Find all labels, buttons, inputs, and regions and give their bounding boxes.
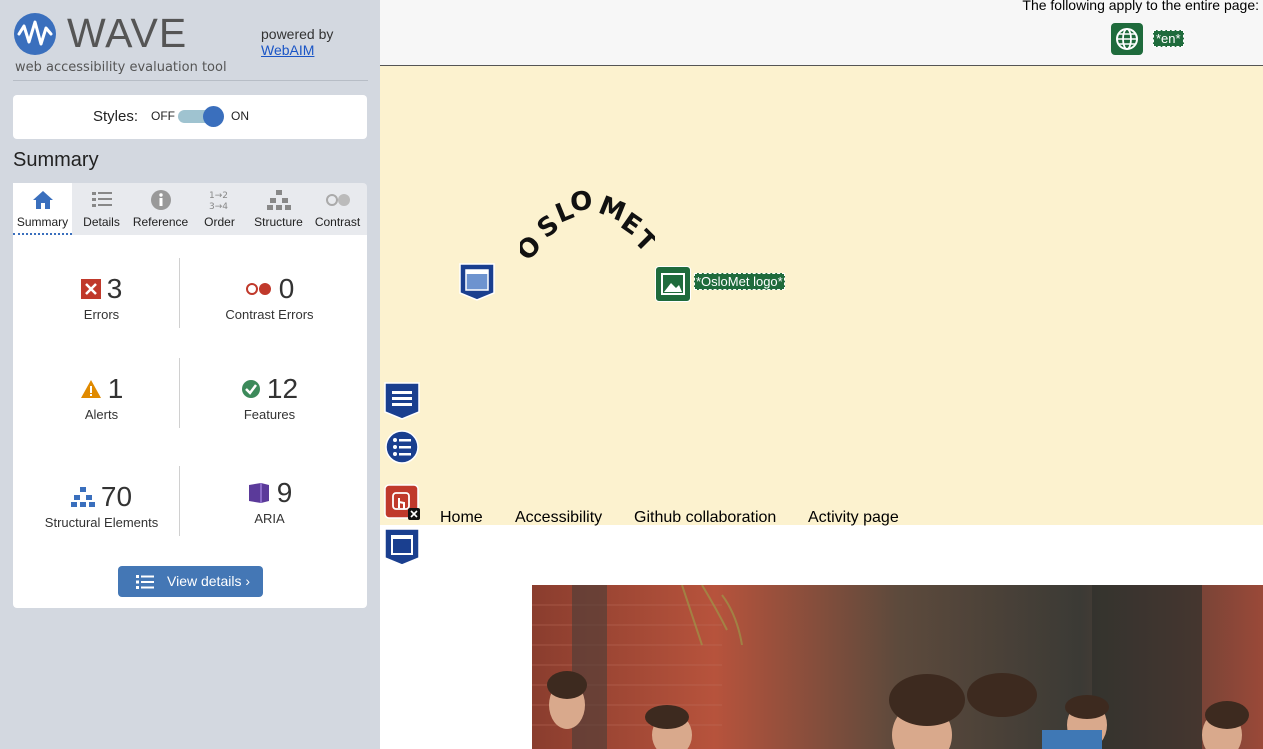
- aria-label: ARIA: [254, 511, 285, 526]
- lang-tag: *en*: [1153, 30, 1184, 47]
- alert-icon: [80, 380, 101, 398]
- wave-title: WAVE: [67, 10, 188, 56]
- alerts-count: 1: [107, 373, 124, 404]
- svg-text:3→4: 3→4: [209, 202, 228, 211]
- powered-by: powered by WebAIM: [261, 26, 333, 58]
- summary-panel: 3 Errors 0 Contrast Errors 1 Alerts 12 F…: [13, 235, 367, 608]
- contrast-error-icon: [245, 283, 271, 295]
- styles-label: Styles:: [93, 108, 139, 125]
- tab-order[interactable]: 1→2 3→4 Order: [190, 183, 249, 235]
- hero-image: [532, 585, 1263, 749]
- tab-summary[interactable]: Summary: [13, 183, 72, 235]
- list-icon: [136, 575, 154, 589]
- structure-icon: [267, 190, 291, 210]
- tab-label: Summary: [16, 215, 69, 229]
- toggle-knob[interactable]: [203, 106, 224, 127]
- structural-label: Structural Elements: [44, 515, 159, 530]
- tab-structure[interactable]: Structure: [249, 183, 308, 235]
- header-landmark-icon[interactable]: [459, 263, 495, 301]
- page-level-note: The following apply to the entire page:: [1022, 0, 1259, 13]
- navigation-landmark-icon[interactable]: [384, 382, 420, 420]
- alt-text-tag: *OsloMet logo*: [694, 273, 785, 290]
- error-icon[interactable]: [384, 484, 420, 522]
- structure-icon: [70, 487, 95, 507]
- error-icon: [80, 279, 101, 299]
- main-landmark-icon[interactable]: [384, 528, 420, 566]
- features-label: Features: [243, 407, 296, 422]
- globe-icon: [1116, 28, 1138, 50]
- contrast-icon: [326, 194, 350, 206]
- nav-link-github[interactable]: Github collaboration: [634, 509, 776, 527]
- hero-photo: [532, 585, 1263, 749]
- structural-count: 70: [100, 481, 133, 512]
- tab-label: Reference: [132, 215, 189, 229]
- image-icon: [661, 273, 685, 295]
- image-alt-icon[interactable]: [655, 266, 691, 302]
- styles-toggle[interactable]: [178, 106, 224, 127]
- order-icon: 1→23→4: [209, 191, 228, 211]
- nav-link-home[interactable]: Home: [440, 509, 483, 527]
- webaim-link[interactable]: WebAIM: [261, 42, 314, 58]
- stat-features[interactable]: 12 Features: [181, 373, 358, 422]
- tab-label: Order: [204, 215, 235, 229]
- alerts-label: Alerts: [84, 407, 119, 422]
- page-level-strip: The following apply to the entire page: …: [380, 0, 1263, 66]
- wave-logo-icon: [14, 13, 56, 55]
- stat-alerts[interactable]: 1 Alerts: [13, 373, 190, 422]
- contrast-errors-count: 0: [278, 273, 295, 304]
- wave-sidebar: WAVE web accessibility evaluation tool p…: [0, 0, 380, 749]
- list-icon[interactable]: [384, 428, 420, 466]
- errors-count: 3: [106, 273, 123, 304]
- toggle-on-label: ON: [231, 109, 249, 123]
- view-details-button[interactable]: View details ›: [118, 566, 263, 597]
- tab-label: Structure: [254, 215, 303, 229]
- wave-tabs: Summary Details Reference 1→2 3→4 Order S…: [13, 183, 367, 235]
- aria-count: 9: [276, 477, 293, 508]
- list-icon: [92, 192, 112, 207]
- nav-link-activity[interactable]: Activity page: [808, 509, 899, 527]
- wave-brand: WAVE web accessibility evaluation tool p…: [13, 10, 368, 81]
- errors-label: Errors: [83, 307, 120, 322]
- nav-link-accessibility[interactable]: Accessibility: [515, 509, 602, 527]
- styles-toggle-box: Styles: OFF ON: [13, 95, 367, 139]
- wave-tagline: web accessibility evaluation tool: [15, 60, 227, 75]
- stat-structural[interactable]: 70 Structural Elements: [13, 481, 190, 530]
- tab-contrast[interactable]: Contrast: [308, 183, 367, 235]
- view-details-label: View details ›: [167, 573, 251, 589]
- info-icon: [151, 190, 171, 210]
- oslomet-logo: O S L O M E T: [520, 186, 655, 266]
- tab-label: Contrast: [314, 215, 361, 229]
- evaluated-page: The following apply to the entire page: …: [380, 0, 1263, 749]
- site-header: O S L O M E T *OsloMet logo* Home Access…: [380, 66, 1263, 527]
- stat-errors[interactable]: 3 Errors: [13, 273, 190, 322]
- aria-icon: [248, 483, 269, 503]
- tab-details[interactable]: Details: [72, 183, 131, 235]
- svg-text:1→2: 1→2: [209, 191, 228, 201]
- features-count: 12: [266, 373, 299, 404]
- stat-contrast-errors[interactable]: 0 Contrast Errors: [181, 273, 358, 322]
- stat-aria[interactable]: 9 ARIA: [181, 477, 358, 526]
- tab-label: Details: [83, 215, 120, 229]
- feature-icon: [241, 380, 260, 398]
- home-icon: [33, 191, 53, 209]
- toggle-off-label: OFF: [151, 109, 175, 123]
- summary-heading: Summary: [13, 149, 99, 171]
- language-icon[interactable]: [1111, 23, 1143, 55]
- powered-by-text: powered by: [261, 26, 334, 42]
- tab-reference[interactable]: Reference: [131, 183, 190, 235]
- svg-text:O: O: [569, 186, 594, 218]
- contrast-errors-label: Contrast Errors: [225, 307, 314, 322]
